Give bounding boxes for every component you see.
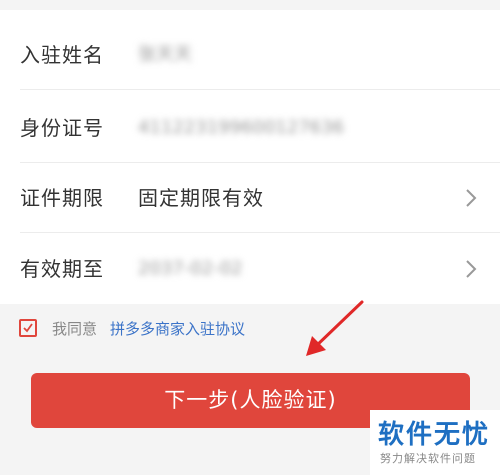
agreement-row: 我同意 拼多多商家入驻协议 — [0, 304, 500, 354]
id-validity-value: 固定期限有效 — [138, 186, 264, 210]
row-expiry-date[interactable]: 有效期至 2037-02-02 — [0, 234, 500, 304]
watermark-title: 软件无忧 — [378, 420, 491, 450]
row-id-number[interactable]: 身份证号 411223199600127636 — [0, 93, 500, 163]
agreement-checkbox[interactable] — [19, 319, 37, 337]
name-label: 入驻姓名 — [20, 43, 104, 67]
expiry-date-label: 有效期至 — [20, 257, 104, 281]
name-value: 张天天 — [138, 44, 192, 65]
expiry-date-value: 2037-02-02 — [138, 258, 243, 279]
chevron-right-icon — [466, 260, 477, 278]
watermark-subtitle: 努力解决软件问题 — [380, 452, 476, 465]
id-number-label: 身份证号 — [20, 116, 104, 140]
annotation-arrow-icon — [306, 300, 364, 356]
top-spacer — [0, 0, 500, 10]
row-id-validity-type[interactable]: 证件期限 固定期限有效 — [0, 163, 500, 233]
row-name[interactable]: 入驻姓名 张天天 — [0, 20, 500, 90]
chevron-right-icon — [466, 189, 477, 207]
divider — [20, 89, 500, 90]
watermark-logo: 软件无忧 努力解决软件问题 — [370, 410, 500, 475]
divider — [20, 232, 500, 233]
agreement-link[interactable]: 拼多多商家入驻协议 — [110, 318, 245, 340]
id-validity-label: 证件期限 — [20, 186, 104, 210]
agreement-prefix: 我同意 — [52, 320, 98, 338]
id-number-value: 411223199600127636 — [138, 117, 345, 138]
merchant-info-form: 入驻姓名 张天天 身份证号 411223199600127636 证件期限 固定… — [0, 10, 500, 304]
checkmark-icon — [23, 323, 33, 333]
